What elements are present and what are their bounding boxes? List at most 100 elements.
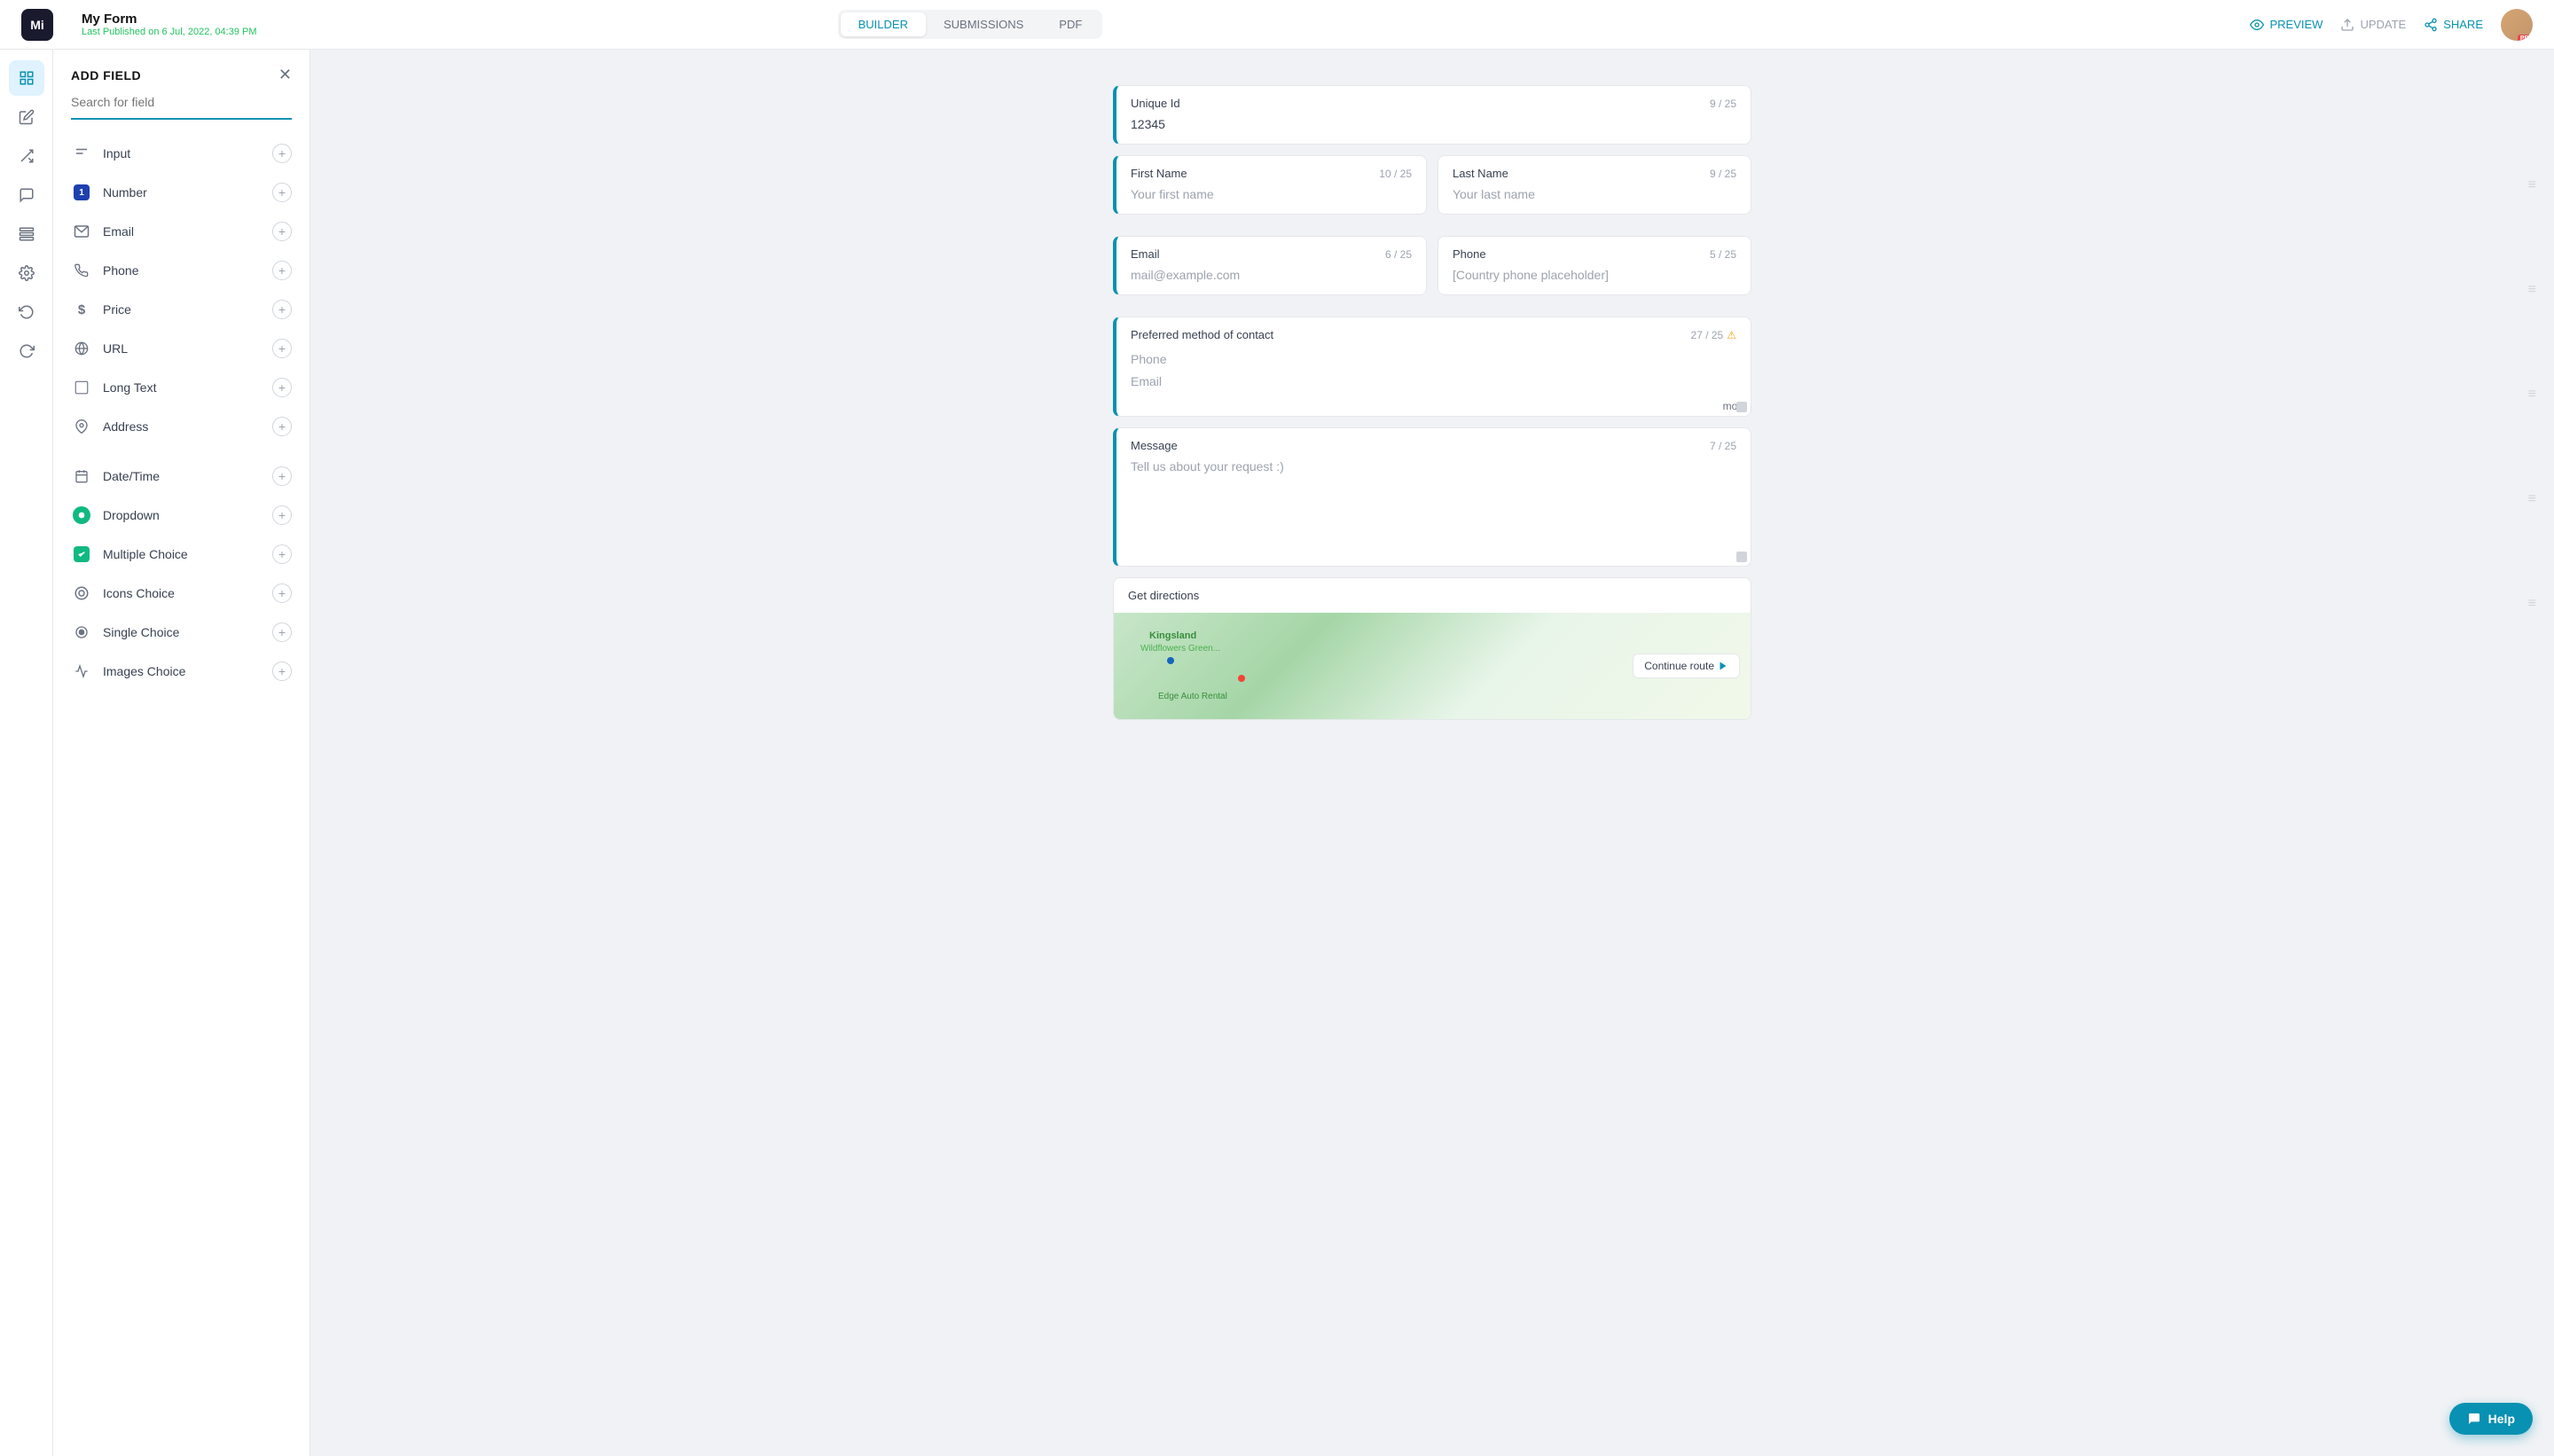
continue-route-button[interactable]: Continue route <box>1633 654 1740 678</box>
field-label-email: Email <box>103 224 134 239</box>
tab-builder[interactable]: BUILDER <box>841 12 926 36</box>
field-label-price: Price <box>103 302 131 317</box>
icon-sidebar <box>0 50 53 1456</box>
field-item-dropdown[interactable]: Dropdown + <box>53 496 309 535</box>
resize-handle[interactable] <box>1736 402 1747 412</box>
preview-label: PREVIEW <box>2269 18 2323 31</box>
add-icons-choice-button[interactable]: + <box>272 583 292 603</box>
sidebar-btn-undo[interactable] <box>9 294 44 330</box>
drag-handle-1[interactable]: ≡ <box>2528 177 2536 193</box>
field-card-preferred-contact[interactable]: Preferred method of contact 27 / 25 ⚠ Ph… <box>1113 317 1751 417</box>
sidebar-btn-chat[interactable] <box>9 177 44 213</box>
help-button[interactable]: Help <box>2449 1403 2533 1435</box>
share-icon <box>2424 18 2438 32</box>
preferred-count: 27 / 25 ⚠ <box>1691 329 1736 341</box>
form-title-group: My Form Last Published on 6 Jul, 2022, 0… <box>82 12 257 37</box>
field-item-images-choice[interactable]: Images Choice + <box>53 652 309 691</box>
add-dropdown-button[interactable]: + <box>272 505 292 525</box>
add-number-button[interactable]: + <box>272 183 292 202</box>
field-label-icons-choice: Icons Choice <box>103 586 175 600</box>
field-label-address: Address <box>103 419 148 434</box>
add-single-choice-button[interactable]: + <box>272 622 292 642</box>
field-label-url: URL <box>103 341 128 356</box>
last-name-count: 9 / 25 <box>1710 168 1736 180</box>
add-images-choice-button[interactable]: + <box>272 661 292 681</box>
email-count: 6 / 25 <box>1385 248 1412 261</box>
sidebar-btn-settings[interactable] <box>9 255 44 291</box>
field-icon-email <box>71 221 92 242</box>
field-card-phone[interactable]: Phone 5 / 25 [Country phone placeholder] <box>1438 236 1751 295</box>
sidebar-btn-shuffle[interactable] <box>9 138 44 174</box>
search-box <box>71 95 292 120</box>
drag-handle-3[interactable]: ≡ <box>2528 387 2536 403</box>
panel-title: ADD FIELD <box>71 68 141 82</box>
field-item-icons-choice[interactable]: Icons Choice + <box>53 574 309 613</box>
add-phone-button[interactable]: + <box>272 261 292 280</box>
field-item-multiple-choice[interactable]: Multiple Choice + <box>53 535 309 574</box>
drag-handle-2[interactable]: ≡ <box>2528 282 2536 298</box>
field-item-url[interactable]: URL + <box>53 329 309 368</box>
add-datetime-button[interactable]: + <box>272 466 292 486</box>
search-input[interactable] <box>71 95 292 109</box>
field-item-phone[interactable]: Phone + <box>53 251 309 290</box>
field-label-input: Input <box>103 146 130 160</box>
message-resize-handle[interactable] <box>1736 552 1747 562</box>
field-item-input[interactable]: Input + <box>53 134 309 173</box>
field-card-last-name[interactable]: Last Name 9 / 25 Your last name <box>1438 155 1751 215</box>
sidebar-btn-controls[interactable] <box>9 216 44 252</box>
field-card-message[interactable]: Message 7 / 25 Tell us about your reques… <box>1113 427 1751 567</box>
field-item-price[interactable]: $ Price + <box>53 290 309 329</box>
tab-pdf[interactable]: PDF <box>1041 12 1100 36</box>
field-label-single-choice: Single Choice <box>103 625 179 639</box>
field-label-dropdown: Dropdown <box>103 508 160 522</box>
sidebar-btn-edit[interactable] <box>9 99 44 135</box>
close-panel-button[interactable]: ✕ <box>278 66 292 84</box>
phone-placeholder: [Country phone placeholder] <box>1438 268 1751 294</box>
map-label: Get directions <box>1128 589 1199 602</box>
add-address-button[interactable]: + <box>272 417 292 436</box>
preview-action[interactable]: PREVIEW <box>2250 18 2323 32</box>
field-item-number[interactable]: 1 Number + <box>53 173 309 212</box>
update-action[interactable]: UPDATE <box>2340 18 2406 32</box>
field-item-single-choice[interactable]: Single Choice + <box>53 613 309 652</box>
add-multiple-choice-button[interactable]: + <box>272 544 292 564</box>
contact-row: Email 6 / 25 mail@example.com Phone 5 / … <box>1113 236 1751 295</box>
field-item-datetime[interactable]: Date/Time + <box>53 457 309 496</box>
add-input-button[interactable]: + <box>272 144 292 163</box>
first-name-label: First Name <box>1131 167 1187 180</box>
preview-icon <box>2250 18 2264 32</box>
field-card-unique-id[interactable]: Unique Id 9 / 25 12345 <box>1113 85 1751 145</box>
drag-handle-4[interactable]: ≡ <box>2528 491 2536 507</box>
preferred-item-email: Email <box>1131 371 1736 393</box>
add-url-button[interactable]: + <box>272 339 292 358</box>
user-avatar[interactable] <box>2501 9 2533 41</box>
sidebar-btn-layout[interactable] <box>9 60 44 96</box>
email-placeholder: mail@example.com <box>1116 268 1426 294</box>
form-title: My Form <box>82 12 257 27</box>
field-icon-icons-choice <box>71 583 92 604</box>
tab-submissions[interactable]: SUBMISSIONS <box>926 12 1041 36</box>
add-price-button[interactable]: + <box>272 300 292 319</box>
field-card-email[interactable]: Email 6 / 25 mail@example.com <box>1113 236 1427 295</box>
field-icon-datetime <box>71 466 92 487</box>
field-icon-phone <box>71 260 92 281</box>
drag-handles: ≡ ≡ ≡ ≡ ≡ <box>2528 177 2536 612</box>
add-long-text-button[interactable]: + <box>272 378 292 397</box>
drag-handle-5[interactable]: ≡ <box>2528 596 2536 612</box>
field-icon-long-text <box>71 377 92 398</box>
add-field-panel: ADD FIELD ✕ Input + <box>53 50 310 1456</box>
message-count: 7 / 25 <box>1710 440 1736 452</box>
field-item-email[interactable]: Email + <box>53 212 309 251</box>
field-item-long-text[interactable]: Long Text + <box>53 368 309 407</box>
field-card-get-directions[interactable]: Get directions Kingsland Wildflowers Gre… <box>1113 577 1751 720</box>
share-action[interactable]: SHARE <box>2424 18 2483 32</box>
unique-id-count: 9 / 25 <box>1710 98 1736 110</box>
add-email-button[interactable]: + <box>272 222 292 241</box>
email-label: Email <box>1131 247 1160 261</box>
form-canvas: Unique Id 9 / 25 12345 First Name 10 / 2… <box>1113 85 1751 731</box>
field-icon-dropdown <box>71 505 92 526</box>
field-card-first-name[interactable]: First Name 10 / 25 Your first name <box>1113 155 1427 215</box>
preferred-label: Preferred method of contact <box>1131 328 1273 341</box>
sidebar-btn-redo[interactable] <box>9 333 44 369</box>
field-item-address[interactable]: Address + <box>53 407 309 446</box>
